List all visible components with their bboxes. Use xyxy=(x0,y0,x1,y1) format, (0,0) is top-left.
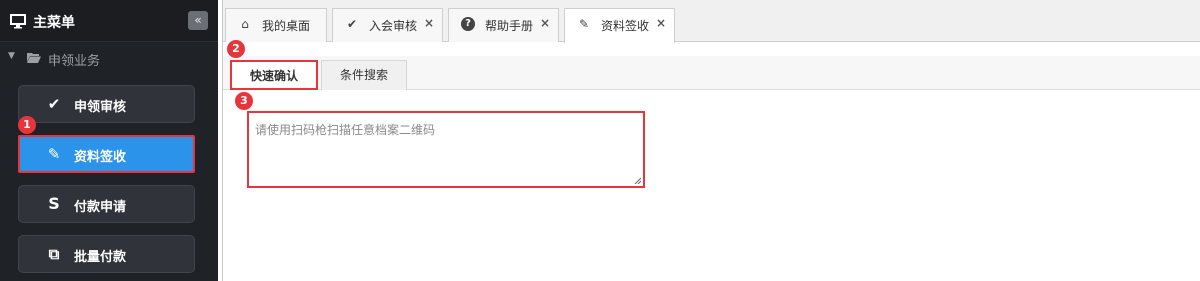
tab-label: 帮助手册 xyxy=(485,19,534,33)
collapse-sidebar-button[interactable]: « xyxy=(188,11,208,30)
folder-open-icon xyxy=(27,53,41,63)
menu-group-label: 申领业务 xyxy=(48,54,101,69)
pencil-icon: ✎ xyxy=(47,145,61,163)
menu-item-apply-review[interactable]: ✔ 申领审核 xyxy=(18,85,195,123)
annotation-badge-3: 3 xyxy=(235,92,253,110)
annotation-badge-1: 1 xyxy=(18,116,36,134)
close-icon[interactable]: × xyxy=(540,16,550,30)
sidebar-title: 主菜单 xyxy=(33,15,75,31)
menu-item-label: 批量付款 xyxy=(74,250,127,265)
copy-icon: ⧉ xyxy=(48,245,60,263)
main-content: ⌂ 我的桌面 ✔ 入会审核 × ? 帮助手册 × ✎ 资料签收 × 快速确认 条… xyxy=(222,0,1200,281)
menu-item-payment-request[interactable]: S 付款申请 xyxy=(18,185,195,223)
sidebar-header: 主菜单 « xyxy=(0,0,218,42)
subtab-label: 快速确认 xyxy=(249,69,298,83)
subtab-quick-confirm[interactable]: 快速确认 xyxy=(230,60,318,90)
menu-item-label: 付款申请 xyxy=(74,200,127,215)
check-icon: ✔ xyxy=(346,17,358,31)
close-icon[interactable]: × xyxy=(424,16,434,30)
menu-item-batch-payment[interactable]: ⧉ 批量付款 xyxy=(18,235,195,273)
menu-group-apply-business[interactable]: ▼ 申领业务 xyxy=(0,48,218,72)
annotation-badge-2: 2 xyxy=(227,40,245,58)
scan-code-input[interactable] xyxy=(249,113,643,186)
menu-item-label: 资料签收 xyxy=(74,150,127,165)
menu-item-document-signoff[interactable]: ✎ 资料签收 xyxy=(18,135,195,173)
subtab-label: 条件搜索 xyxy=(339,68,388,82)
tab-label: 资料签收 xyxy=(601,19,650,33)
home-icon: ⌂ xyxy=(241,17,249,31)
pencil-icon: ✎ xyxy=(578,17,590,31)
tab-label: 入会审核 xyxy=(369,19,418,33)
monitor-icon xyxy=(10,14,26,29)
tab-label: 我的桌面 xyxy=(262,19,311,33)
resize-grip-icon[interactable] xyxy=(634,177,641,184)
tab-membership-review[interactable]: ✔ 入会审核 × xyxy=(332,8,443,42)
dollar-s-icon: S xyxy=(48,194,60,213)
question-circle-icon: ? xyxy=(461,17,475,31)
sidebar: 主菜单 « ▼ 申领业务 ✔ 申领审核 ✎ 资料签收 S 付款申请 ⧉ 批量付款 xyxy=(0,0,218,281)
app-window: 主菜单 « ▼ 申领业务 ✔ 申领审核 ✎ 资料签收 S 付款申请 ⧉ 批量付款 xyxy=(0,0,1200,281)
tab-my-desktop[interactable]: ⌂ 我的桌面 xyxy=(225,8,327,42)
tab-bar: ⌂ 我的桌面 ✔ 入会审核 × ? 帮助手册 × ✎ 资料签收 × xyxy=(223,0,1200,43)
scan-code-textarea-wrapper xyxy=(247,111,645,188)
tab-help-manual[interactable]: ? 帮助手册 × xyxy=(448,8,559,42)
menu-item-label: 申领审核 xyxy=(74,100,127,115)
close-icon[interactable]: × xyxy=(656,16,666,30)
tab-document-signoff[interactable]: ✎ 资料签收 × xyxy=(564,8,675,43)
caret-down-icon: ▼ xyxy=(8,51,15,61)
check-icon: ✔ xyxy=(47,95,61,113)
subtab-condition-search[interactable]: 条件搜索 xyxy=(321,60,407,90)
